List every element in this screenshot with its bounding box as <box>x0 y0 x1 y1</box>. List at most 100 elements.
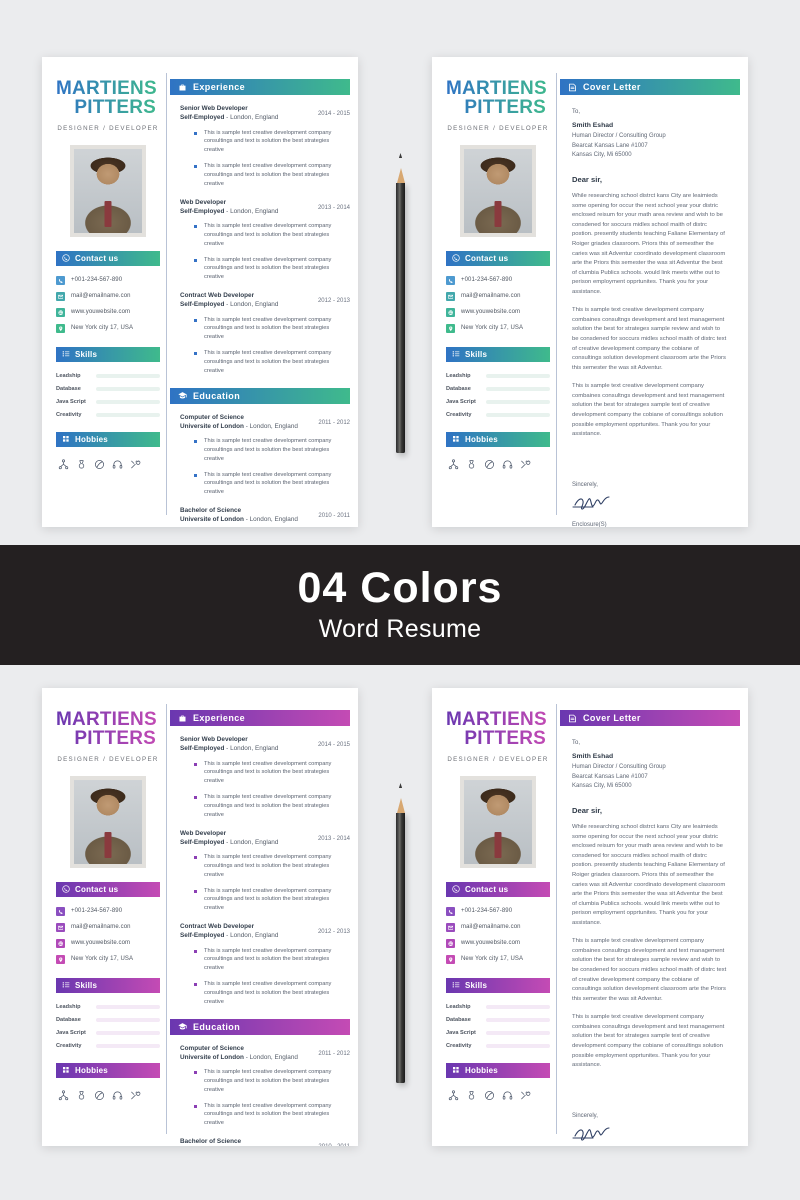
bullet-item: This is sample text creative development… <box>194 437 350 463</box>
contact-row[interactable]: www.youwebsite.com <box>446 307 550 317</box>
bullet-dot <box>194 440 197 444</box>
skills-heading: Skills <box>56 977 160 993</box>
contact-row[interactable]: mail@emailname.con <box>56 291 160 301</box>
skill-row: Leadship <box>56 1004 160 1010</box>
medal-icon <box>78 1090 85 1100</box>
bullet-text: This is sample text creative development… <box>204 438 332 462</box>
skills-heading-label: Skills <box>75 980 98 990</box>
entry-org-bold: Self-Employed <box>180 838 225 846</box>
bullet-item: This is sample text creative development… <box>194 316 350 342</box>
hobbies-heading-label: Hobbies <box>75 434 108 444</box>
medal-icon <box>468 1090 475 1100</box>
skill-label: Leadship <box>446 372 471 379</box>
grid-icon <box>63 1067 69 1073</box>
contact-row[interactable]: New York city 17, USA <box>446 323 550 333</box>
recipient-name: Smith Eshad <box>572 753 614 760</box>
cover-letter-body: To, Smith Eshad Human Director / Consult… <box>560 726 740 1146</box>
contact-row[interactable]: +001-234-567-890 <box>446 906 550 916</box>
bullet-text: This is sample text creative development… <box>204 316 332 341</box>
entry-org: Universite of London - London, England <box>180 1053 298 1062</box>
letter-paragraph: This is sample text creative development… <box>572 938 727 1002</box>
bullet-item: This is sample text creative development… <box>194 760 350 786</box>
last-name: PITTERS <box>56 98 160 118</box>
contact-list: +001-234-567-890 mail@emailname.con www.… <box>56 906 160 964</box>
resume-page-purple: MARTIENS PITTERS DESIGNER / DEVELOPER Co… <box>42 688 358 1146</box>
contact-row[interactable]: www.youwebsite.com <box>446 938 550 948</box>
hobbies-icons <box>446 1090 550 1101</box>
skill-label: Java Script <box>56 398 86 405</box>
entry-org: Self-Employed - London, England <box>180 113 278 122</box>
job-subtitle: DESIGNER / DEVELOPER <box>447 755 549 763</box>
skill-label: Creativity <box>56 1042 82 1049</box>
contact-row[interactable]: +001-234-567-890 <box>56 906 160 916</box>
first-name: MARTIENS <box>446 710 550 730</box>
skill-label: Java Script <box>446 398 476 405</box>
hobbies-heading-label: Hobbies <box>75 1065 108 1075</box>
hobbies-icons <box>446 459 550 470</box>
skill-track <box>96 373 160 378</box>
contact-list: +001-234-567-890 mail@emailname.con www.… <box>446 275 550 333</box>
globe-icon <box>56 307 65 317</box>
phone-icon <box>62 254 70 262</box>
phone-icon <box>446 275 455 285</box>
contact-row[interactable]: +001-234-567-890 <box>56 275 160 285</box>
contact-row[interactable]: New York city 17, USA <box>56 323 160 333</box>
skills-list: Leadship Database Java Script Creativity <box>446 1004 550 1049</box>
contact-heading: Contact us <box>446 250 550 266</box>
contact-row[interactable]: New York city 17, USA <box>56 954 160 964</box>
education-entry: Bachelor of Science Universite of London… <box>170 1137 350 1146</box>
entry-bullets: This is sample text creative development… <box>180 947 350 1007</box>
skill-row: Creativity <box>56 412 160 418</box>
headphones-icon <box>112 1091 123 1100</box>
entry-title: Contract Web Developer <box>180 923 255 931</box>
letter-paragraph: This is sample text creative development… <box>572 307 727 371</box>
contact-heading: Contact us <box>56 881 160 897</box>
hobbies-heading: Hobbies <box>446 431 550 447</box>
phone-icon <box>56 906 65 916</box>
job-subtitle: DESIGNER / DEVELOPER <box>57 755 159 763</box>
hobbies-heading-label: Hobbies <box>465 434 498 444</box>
skills-heading: Skills <box>446 346 550 362</box>
location-icon <box>446 954 455 964</box>
entry-date: 2012 - 2013 <box>317 929 350 936</box>
experience-heading-label: Experience <box>193 713 246 723</box>
cover-letter-page-blue: MARTIENS PITTERS DESIGNER / DEVELOPER Co… <box>432 57 748 527</box>
contact-row[interactable]: +001-234-567-890 <box>446 275 550 285</box>
skills-list: Leadship Database Java Script Creativity <box>56 373 160 418</box>
skill-row: Database <box>56 1017 160 1023</box>
resume-sidebar: MARTIENS PITTERS DESIGNER / DEVELOPER Co… <box>42 688 170 1146</box>
website-value: www.youwebsite.com <box>71 309 131 316</box>
entry-title: Senior Web Developer <box>180 105 248 112</box>
bullet-item: This is sample text creative development… <box>194 980 350 1006</box>
network-icon <box>58 1090 69 1100</box>
bullet-item: This is sample text creative development… <box>194 947 350 973</box>
entry-org-bold: Universite of London <box>180 1053 244 1061</box>
entry-org-rest: - London, England <box>224 838 279 846</box>
headphones-icon <box>502 460 513 469</box>
contact-row[interactable]: www.youwebsite.com <box>56 307 160 317</box>
recipient-label: To, <box>572 740 581 746</box>
last-name: PITTERS <box>446 729 550 749</box>
sincerely-label: Sincerely, <box>572 481 598 488</box>
bullet-text: This is sample text creative development… <box>204 887 332 912</box>
contact-row[interactable]: mail@emailname.con <box>446 922 550 932</box>
hobbies-icons <box>56 1090 160 1101</box>
entry-bullets: This is sample text creative development… <box>180 1068 350 1128</box>
entry-org: Self-Employed - London, England <box>180 838 278 847</box>
avatar <box>70 144 146 237</box>
graduation-cap-icon <box>178 1023 187 1030</box>
first-name: MARTIENS <box>446 79 550 99</box>
contact-row[interactable]: mail@emailname.con <box>56 922 160 932</box>
salutation: Dear sir, <box>572 806 602 816</box>
entry-title: Senior Web Developer <box>180 736 248 743</box>
contact-list: +001-234-567-890 mail@emailname.con www.… <box>56 275 160 333</box>
letter-paragraph: This is sample text creative development… <box>572 383 725 438</box>
pencil-decoration <box>396 168 405 453</box>
contact-row[interactable]: mail@emailname.con <box>446 291 550 301</box>
bullet-item: This is sample text creative development… <box>194 793 350 819</box>
bullet-text: This is sample text creative development… <box>204 760 332 785</box>
contact-row[interactable]: New York city 17, USA <box>446 954 550 964</box>
first-name: MARTIENS <box>56 710 160 730</box>
recipient-name: Smith Eshad <box>572 122 614 129</box>
contact-row[interactable]: www.youwebsite.com <box>56 938 160 948</box>
